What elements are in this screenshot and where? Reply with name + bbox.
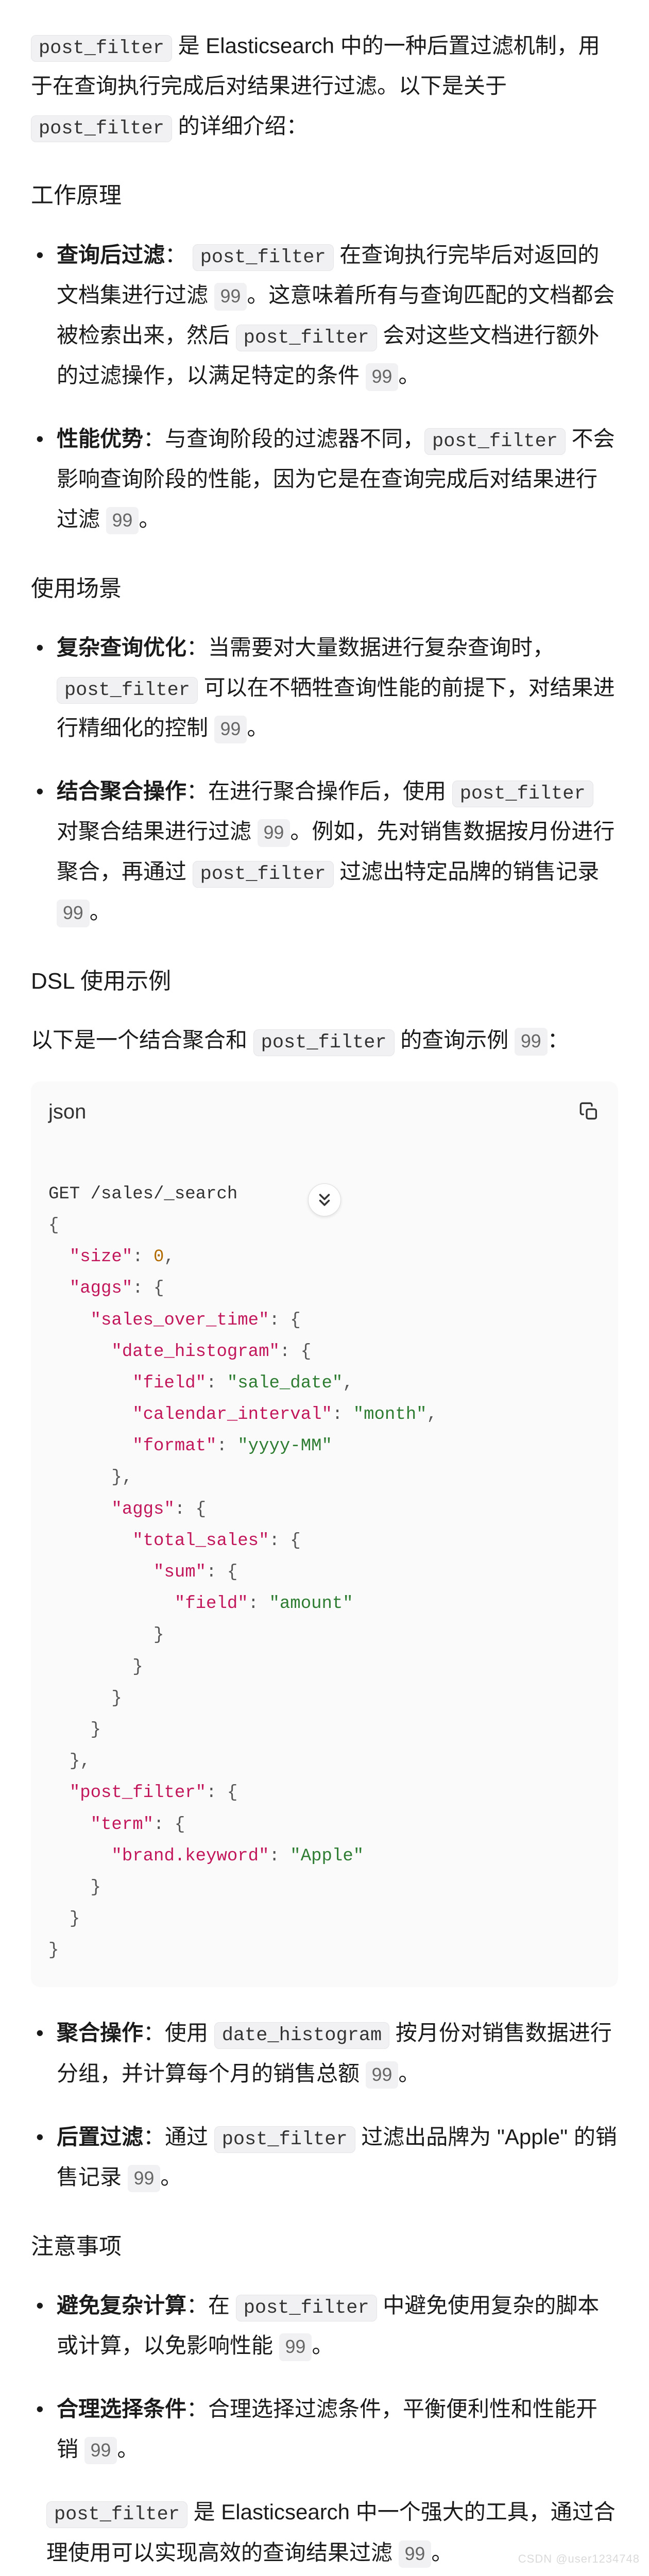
intro-text-2: 的详细介绍：	[172, 114, 308, 138]
citation-marker[interactable]: 99	[279, 2333, 312, 2361]
item-text: 。	[398, 363, 420, 387]
dsl-intro: 以下是一个结合聚合和 post_filter 的查询示例 99：	[31, 1020, 618, 1060]
list-item: 合理选择条件：合理选择过滤条件，平衡便利性和性能开销 99。	[31, 2389, 618, 2469]
code-token: post_filter	[31, 115, 172, 142]
citation-marker[interactable]: 99	[106, 507, 139, 535]
list-notes: 避免复杂计算：在 post_filter 中避免使用复杂的脚本或计算，以免影响性…	[31, 2285, 618, 2469]
section-title-dsl-example: DSL 使用示例	[31, 960, 618, 1002]
dsl-intro-text: ：	[548, 1028, 569, 1052]
item-text: ：当需要对大量数据进行复杂查询时，	[186, 635, 554, 659]
list-item: 复杂查询优化：当需要对大量数据进行复杂查询时，post_filter 可以在不牺…	[31, 628, 618, 748]
item-label: 合理选择条件	[57, 2397, 186, 2421]
item-text: 。	[247, 716, 268, 740]
citation-marker[interactable]: 99	[399, 2540, 432, 2568]
copy-icon[interactable]	[578, 1100, 601, 1123]
section-title-notes: 注意事项	[31, 2226, 618, 2267]
item-text: 。	[117, 2437, 139, 2461]
intro-paragraph: post_filter 是 Elasticsearch 中的一种后置过滤机制，用…	[31, 26, 618, 146]
list-item: 避免复杂计算：在 post_filter 中避免使用复杂的脚本或计算，以免影响性…	[31, 2285, 618, 2366]
dsl-intro-text: 的查询示例	[395, 1028, 515, 1052]
code-token: post_filter	[214, 2126, 355, 2153]
code-token: post_filter	[236, 2295, 377, 2321]
outro-text: 。	[431, 2540, 453, 2565]
code-block-header: json	[31, 1081, 618, 1142]
item-label: 结合聚合操作	[57, 779, 186, 803]
code-block: json GET /sales/_search { "size": 0, "ag…	[31, 1081, 618, 1988]
code-token: post_filter	[31, 35, 172, 62]
list-explanation: 聚合操作：使用 date_histogram 按月份对销售数据进行分组，并计算每…	[31, 2013, 618, 2197]
citation-marker[interactable]: 99	[57, 900, 90, 927]
item-text: ：在	[186, 2293, 236, 2317]
item-text: 。	[398, 2061, 420, 2086]
item-label: 性能优势	[57, 427, 143, 451]
citation-marker[interactable]: 99	[128, 2165, 161, 2193]
code-token: post_filter	[236, 325, 377, 351]
code-block-body[interactable]: GET /sales/_search { "size": 0, "aggs": …	[31, 1142, 618, 1988]
citation-marker[interactable]: 99	[258, 819, 291, 847]
code-token: date_histogram	[214, 2022, 389, 2049]
code-token: post_filter	[46, 2501, 187, 2528]
code-token: post_filter	[193, 861, 334, 888]
item-text: 对聚合结果进行过滤	[57, 819, 258, 843]
list-use-cases: 复杂查询优化：当需要对大量数据进行复杂查询时，post_filter 可以在不牺…	[31, 628, 618, 932]
list-working-principle: 查询后过滤： post_filter 在查询执行完毕后对返回的文档集进行过滤 9…	[31, 235, 618, 539]
item-text: 。	[139, 507, 160, 531]
list-item: 性能优势：与查询阶段的过滤器不同，post_filter 不会影响查询阶段的性能…	[31, 419, 618, 539]
dsl-intro-text: 以下是一个结合聚合和	[31, 1028, 253, 1052]
citation-marker[interactable]: 99	[515, 1028, 548, 1056]
item-label: 避免复杂计算	[57, 2293, 186, 2317]
item-text: 。	[90, 900, 111, 924]
item-text: ：通过	[143, 2125, 214, 2149]
expand-code-button[interactable]	[308, 1183, 341, 1216]
citation-marker[interactable]: 99	[366, 363, 399, 391]
code-line: GET /sales/_search	[48, 1184, 237, 1204]
code-token: post_filter	[452, 781, 593, 807]
item-text: 过滤出特定品牌的销售记录	[334, 859, 600, 884]
item-text: ：在进行聚合操作后，使用	[186, 779, 452, 803]
item-text: 。	[312, 2333, 333, 2358]
item-label: 查询后过滤	[57, 243, 165, 267]
watermark: CSDN @user1234748	[518, 2549, 640, 2570]
list-item: 查询后过滤： post_filter 在查询执行完毕后对返回的文档集进行过滤 9…	[31, 235, 618, 396]
list-item: 后置过滤：通过 post_filter 过滤出品牌为 "Apple" 的销售记录…	[31, 2117, 618, 2197]
item-label: 后置过滤	[57, 2125, 143, 2149]
section-title-working-principle: 工作原理	[31, 175, 618, 216]
code-token: post_filter	[424, 428, 566, 455]
item-text: ：使用	[143, 2021, 214, 2045]
citation-marker[interactable]: 99	[84, 2437, 117, 2465]
item-text: ：与查询阶段的过滤器不同，	[143, 427, 424, 451]
citation-marker[interactable]: 99	[214, 283, 247, 311]
code-language-label: json	[48, 1093, 86, 1131]
section-title-use-cases: 使用场景	[31, 568, 618, 609]
item-label: 聚合操作	[57, 2021, 143, 2045]
code-token: post_filter	[193, 244, 334, 271]
list-item: 结合聚合操作：在进行聚合操作后，使用 post_filter 对聚合结果进行过滤…	[31, 771, 618, 932]
citation-marker[interactable]: 99	[214, 716, 247, 743]
item-label: 复杂查询优化	[57, 635, 186, 659]
item-text: 。	[160, 2165, 182, 2189]
code-token: post_filter	[253, 1029, 395, 1056]
citation-marker[interactable]: 99	[366, 2061, 399, 2089]
code-token: post_filter	[57, 677, 198, 704]
list-item: 聚合操作：使用 date_histogram 按月份对销售数据进行分组，并计算每…	[31, 2013, 618, 2093]
